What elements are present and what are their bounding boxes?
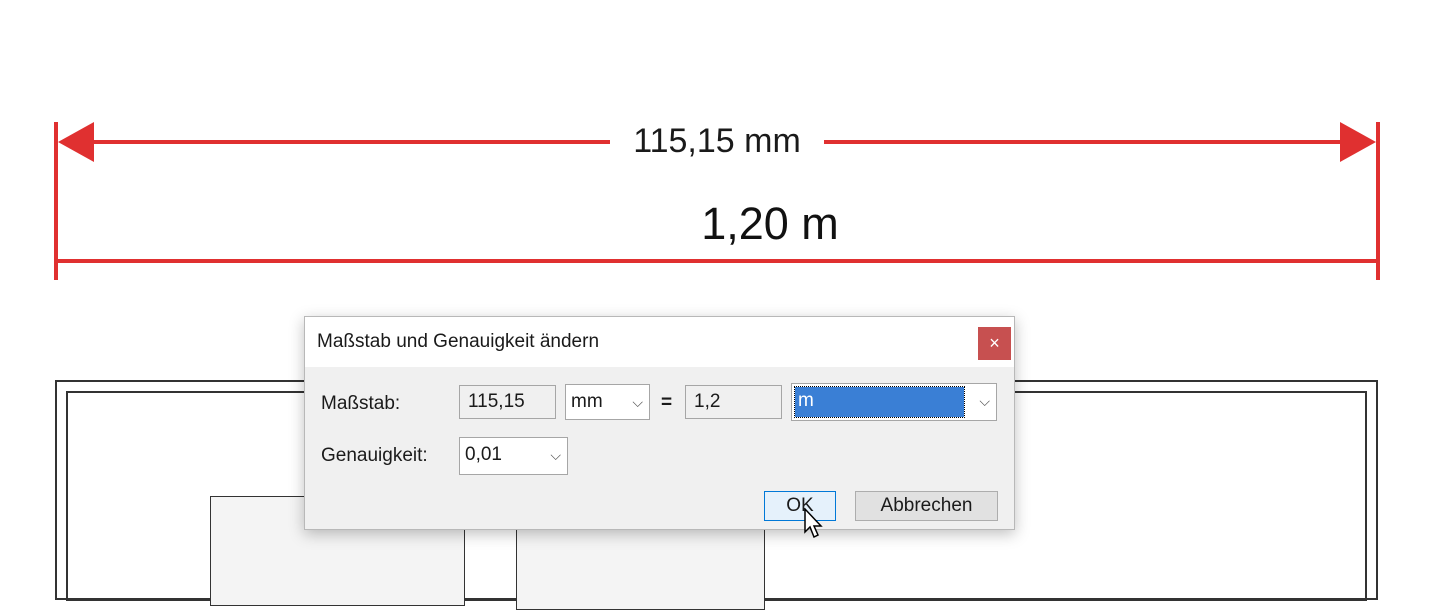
scale-unit-select[interactable]: mm ⌵ <box>565 384 650 420</box>
dialog-titlebar[interactable]: Maßstab und Genauigkeit ändern × <box>305 317 1014 367</box>
equals-sign: = <box>661 392 673 413</box>
cancel-button[interactable]: Abbrechen <box>855 491 998 521</box>
scale-value: 115,15 <box>468 391 525 412</box>
arrowhead-left <box>58 122 94 162</box>
dimension-label-scaled: 115,15 mm <box>610 118 824 164</box>
close-button[interactable]: × <box>978 327 1011 360</box>
chevron-down-icon: ⌵ <box>550 447 561 463</box>
scale-precision-dialog: Maßstab und Genauigkeit ändern × Maßstab… <box>304 316 1015 530</box>
dimension-label-real: 1,20 m <box>701 198 839 249</box>
arrowhead-right <box>1340 122 1376 162</box>
scale-value-field[interactable]: 115,15 <box>459 385 556 419</box>
chevron-down-icon: ⌵ <box>632 394 643 410</box>
precision-label: Genauigkeit: <box>321 445 428 466</box>
real-value-field[interactable]: 1,2 <box>685 385 782 419</box>
plan-room-middle <box>516 520 765 610</box>
ok-button[interactable]: OK <box>764 491 836 521</box>
real-unit-select[interactable]: m ⌵ <box>791 383 997 421</box>
real-value: 1,2 <box>694 391 721 412</box>
precision-value: 0,01 <box>465 444 502 465</box>
close-icon: × <box>989 333 1000 353</box>
scale-label: Maßstab: <box>321 393 401 414</box>
precision-select[interactable]: 0,01 ⌵ <box>459 437 568 475</box>
real-unit-selected: m <box>794 386 965 418</box>
scale-unit-value: mm <box>571 391 603 412</box>
mouse-cursor-icon <box>804 508 823 539</box>
chevron-down-icon: ⌵ <box>979 393 990 409</box>
real-unit-value: m <box>798 390 814 411</box>
dialog-title: Maßstab und Genauigkeit ändern <box>317 331 600 352</box>
